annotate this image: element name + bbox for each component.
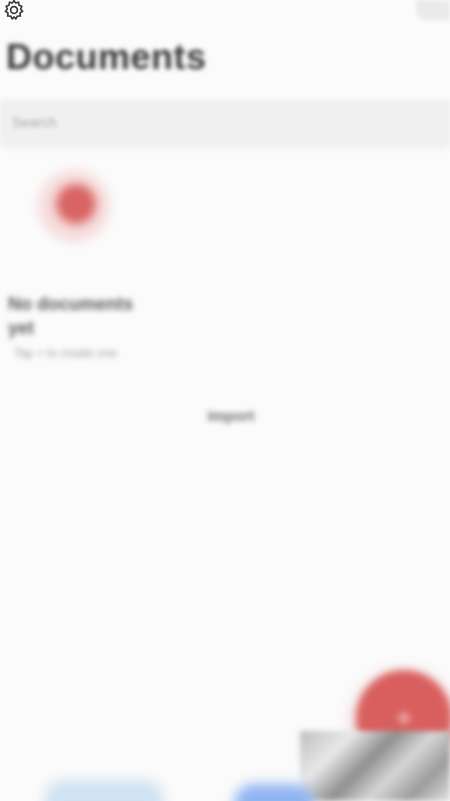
plus-icon: + xyxy=(396,702,412,733)
top-right-button[interactable] xyxy=(416,0,450,20)
document-icon xyxy=(38,170,110,242)
bottom-nav-item-left[interactable] xyxy=(44,780,164,801)
search-bar[interactable] xyxy=(0,100,450,144)
icon-dot xyxy=(56,184,96,224)
gear-icon xyxy=(2,0,26,27)
empty-state-title: No documents yet xyxy=(8,294,134,338)
preview-thumbnail[interactable] xyxy=(300,731,450,801)
bottom-nav-item-center[interactable] xyxy=(234,784,314,801)
import-link[interactable]: Import xyxy=(196,408,266,425)
empty-state-subtitle: Tap + to create one xyxy=(14,346,118,360)
page-title: Documents xyxy=(6,36,207,77)
search-input[interactable] xyxy=(0,100,450,144)
settings-button[interactable] xyxy=(0,0,28,24)
documents-screen: Documents No documents yet Tap + to crea… xyxy=(0,0,450,801)
